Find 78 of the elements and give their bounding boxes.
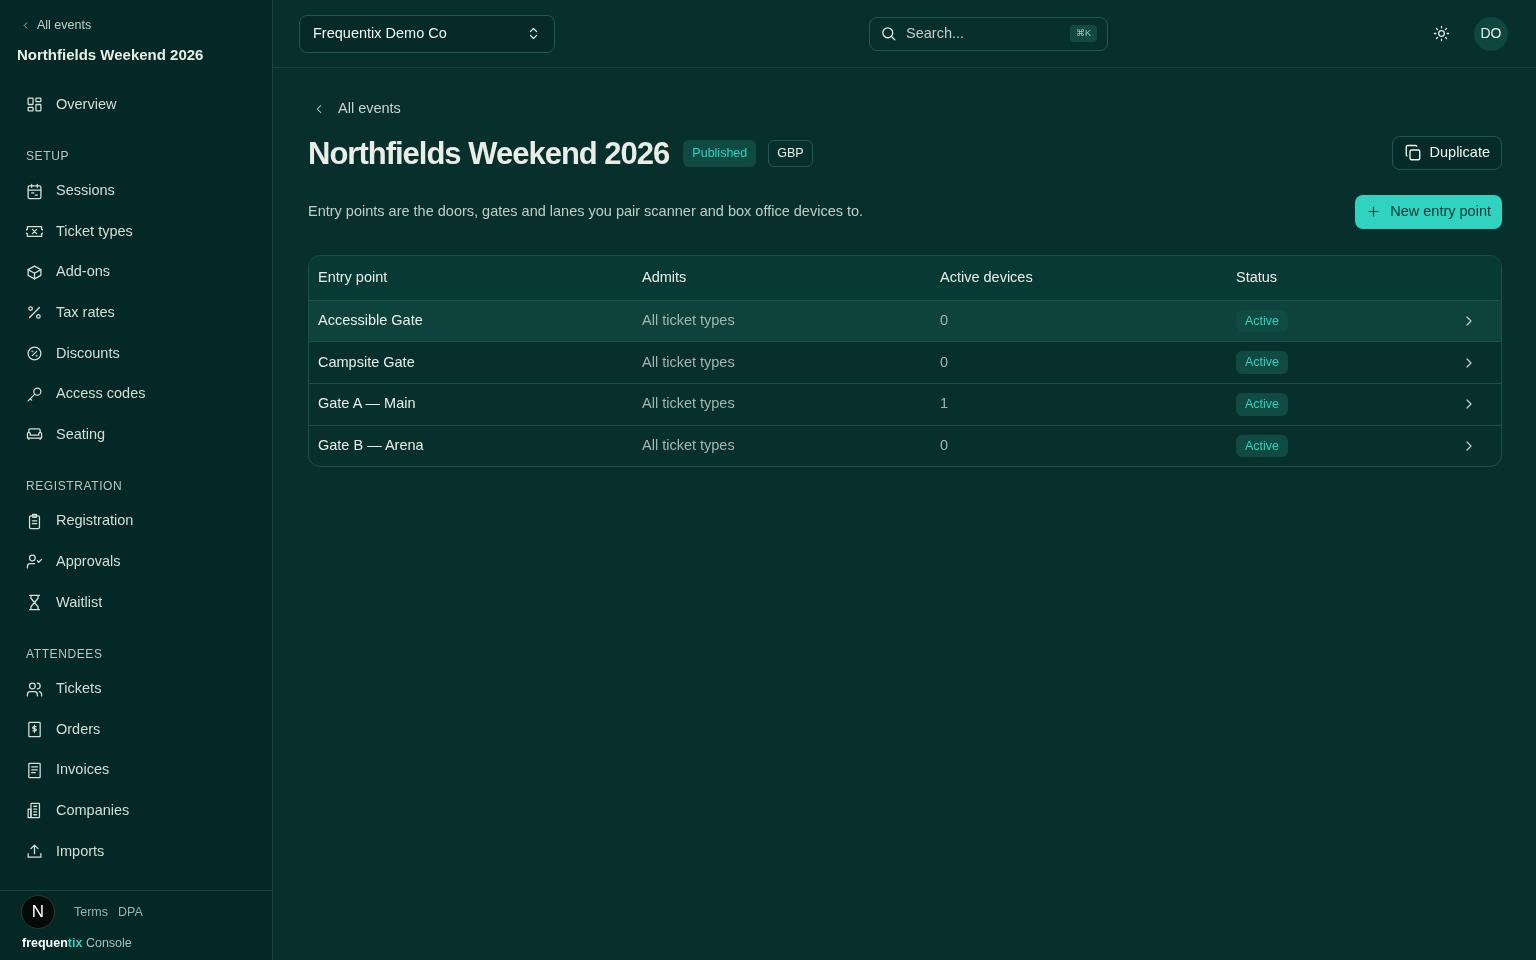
footer-link[interactable]: DPA: [118, 903, 143, 922]
badge-percent-icon: [26, 345, 43, 362]
document-icon: [26, 761, 43, 779]
calendar-icon: [26, 182, 43, 200]
user-check-icon: [26, 553, 43, 571]
hourglass-icon: [26, 594, 43, 611]
currency-badge: GBP: [768, 139, 813, 167]
table-cell-text: Gate A — Main: [318, 394, 417, 414]
sidebar-item[interactable]: Orders: [0, 709, 272, 750]
receipt-icon: [26, 721, 43, 739]
table-cell-text: Gate B — Arena: [318, 436, 425, 455]
sidebar-item[interactable]: Seating: [0, 414, 272, 455]
sidebar-item[interactable]: Overview: [0, 84, 272, 125]
copy-icon: [1403, 144, 1422, 163]
theme-toggle[interactable]: [1433, 25, 1450, 42]
back-link[interactable]: All events: [0, 16, 92, 35]
column-header: Status: [1236, 267, 1279, 287]
sidebar-item[interactable]: Companies: [0, 790, 272, 832]
table-cell-text: All ticket types: [642, 311, 736, 331]
dev-tools-button[interactable]: N: [21, 895, 55, 929]
status-badge: Active: [1236, 392, 1289, 416]
status-badge: Active: [1236, 351, 1289, 375]
footer-link[interactable]: Terms: [74, 903, 109, 922]
page-title: Northfields Weekend 2026: [308, 134, 670, 172]
key-icon: [26, 385, 43, 403]
event-title: Northfields Weekend 2026: [16, 44, 205, 65]
percent-icon: [26, 304, 43, 322]
duplicate-button[interactable]: Duplicate: [1391, 136, 1502, 171]
status-badge: Published: [683, 139, 757, 167]
sun-icon: [1433, 25, 1450, 42]
user-avatar[interactable]: DO: [1474, 16, 1508, 51]
section-heading: ATTENDEES: [25, 645, 104, 663]
upload-icon: [26, 842, 43, 860]
users-icon: [26, 680, 43, 698]
table-cell-text: Campsite Gate: [318, 352, 416, 372]
sidebar-item[interactable]: Approvals: [0, 541, 272, 583]
table-cell-text: 0: [940, 311, 950, 331]
shortcut-hint: ⌘K: [1070, 24, 1097, 42]
table-row[interactable]: Gate A — Main All ticket types 1 Active: [309, 383, 1501, 425]
status-badge: Active: [1236, 434, 1289, 458]
sidebar-item[interactable]: Access codes: [0, 373, 272, 415]
sidebar-item[interactable]: Waitlist: [0, 582, 272, 623]
sidebar-item[interactable]: Tax rates: [0, 292, 272, 334]
sidebar-item[interactable]: Add-ons: [0, 252, 272, 293]
table-row[interactable]: Accessible Gate All ticket types 0 Active: [309, 299, 1501, 342]
organization-select[interactable]: Frequentix Demo Co: [299, 14, 555, 53]
back-link[interactable]: All events: [312, 98, 401, 120]
table-cell-text: Accessible Gate: [318, 311, 424, 331]
table-cell-text: All ticket types: [642, 436, 736, 455]
new-entry-point-button[interactable]: New entry point: [1355, 194, 1502, 229]
table-cell-text: 0: [940, 436, 950, 455]
description: Entry points are the doors, gates and lanes you pair scanner and box office devices to.: [308, 201, 864, 221]
sidebar-item[interactable]: Discounts: [0, 333, 272, 374]
box-icon: [26, 263, 43, 281]
status-badge: Active: [1236, 309, 1289, 333]
sidebar-item[interactable]: Tickets: [0, 668, 272, 710]
column-header: Entry point: [318, 267, 389, 287]
table-cell-text: 1: [940, 394, 950, 414]
table-row[interactable]: Gate B — Arena All ticket types 0 Active: [309, 424, 1501, 467]
clipboard-icon: [26, 512, 43, 530]
sidebar-item[interactable]: Imports: [0, 831, 272, 872]
section-heading: REGISTRATION: [25, 478, 124, 495]
table-row[interactable]: Campsite Gate All ticket types 0 Active: [309, 341, 1501, 383]
table-cell-text: 0: [940, 352, 950, 372]
brand-logo: frequentix Console: [22, 934, 133, 952]
search-icon: [880, 24, 897, 42]
grid-icon: [26, 96, 43, 114]
sidebar-item[interactable]: Invoices: [0, 749, 272, 791]
table-cell-text: All ticket types: [642, 352, 736, 372]
plus-icon: [1366, 204, 1382, 220]
sidebar-item[interactable]: Registration: [0, 501, 272, 542]
table-cell-text: All ticket types: [642, 394, 736, 414]
column-header: Active devices: [940, 267, 1034, 287]
section-heading: SETUP: [25, 147, 70, 165]
sidebar-item[interactable]: Sessions: [0, 170, 272, 212]
column-header: Admits: [642, 267, 688, 287]
sidebar-item[interactable]: Ticket types: [0, 211, 272, 253]
building-icon: [26, 802, 43, 820]
